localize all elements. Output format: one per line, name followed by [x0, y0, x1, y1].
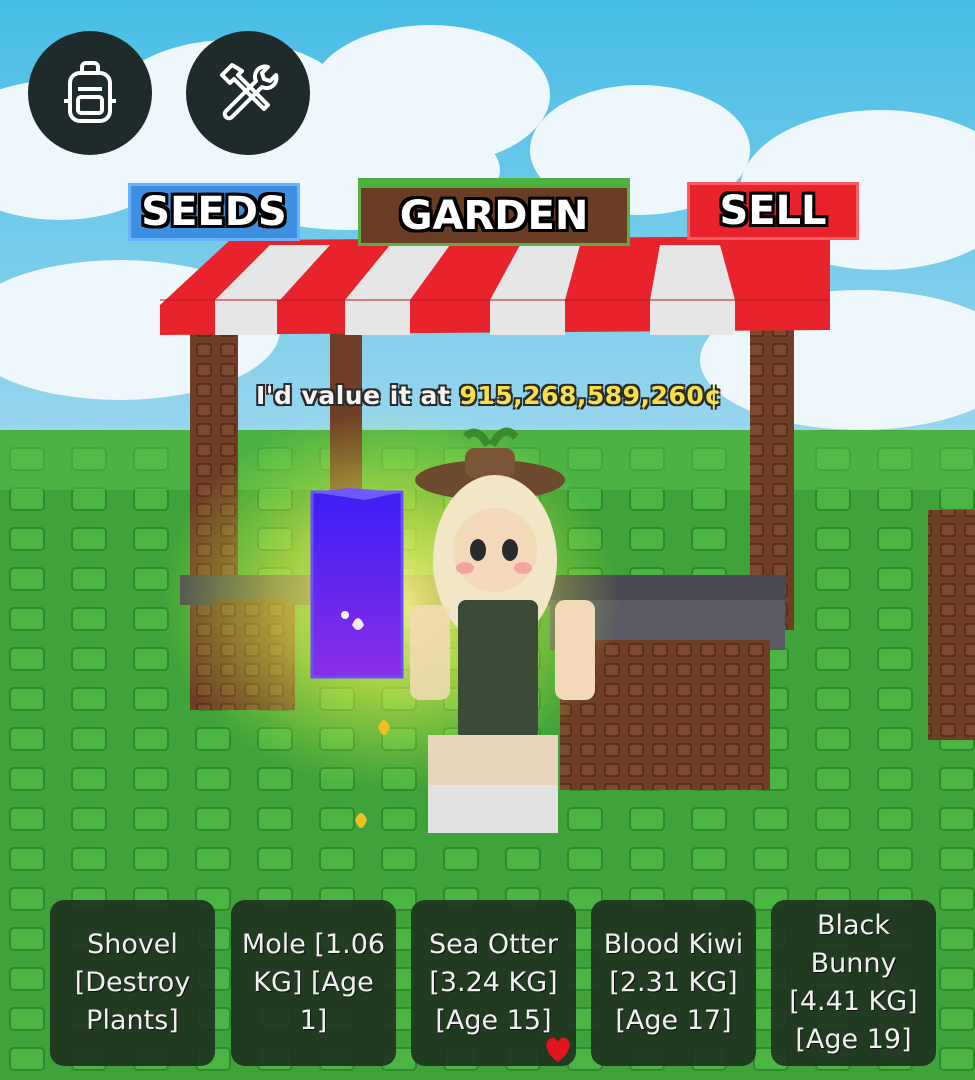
seeds-label: SEEDS [141, 189, 287, 235]
sell-sign-button[interactable]: SELL [687, 182, 859, 240]
hotbar: Shovel [Destroy Plants] Mole [1.06 KG] [… [50, 900, 940, 1068]
hotbar-slot-shovel[interactable]: Shovel [Destroy Plants] [50, 900, 215, 1066]
slot-label: Blood Kiwi [2.31 KG] [Age 17] [603, 929, 744, 1036]
hotbar-slot-mole[interactable]: Mole [1.06 KG] [Age 1] [231, 900, 396, 1066]
garden-label: GARDEN [399, 192, 589, 239]
backpack-icon [64, 61, 116, 123]
value-amount: 915,268,589,260¢ [459, 381, 723, 410]
seeds-sign-button[interactable]: SEEDS [128, 183, 300, 241]
tools-button[interactable] [186, 31, 310, 155]
slot-label: Sea Otter [3.24 KG] [Age 15] [428, 929, 558, 1036]
value-prefix: I'd value it at [256, 381, 460, 410]
slot-label: Shovel [Destroy Plants] [74, 929, 191, 1036]
npc-value-dialogue: I'd value it at 915,268,589,260¢ [256, 381, 722, 410]
hammer-wrench-icon [220, 63, 279, 121]
sell-label: SELL [719, 188, 827, 234]
favorite-heart-icon [546, 1037, 570, 1062]
backpack-button[interactable] [28, 31, 152, 155]
slot-label: Mole [1.06 KG] [Age 1] [241, 929, 386, 1036]
hotbar-slot-sea-otter[interactable]: Sea Otter [3.24 KG] [Age 15] [411, 900, 576, 1066]
hotbar-slot-black-bunny[interactable]: Black Bunny [4.41 KG] [Age 19] [771, 900, 936, 1066]
slot-label: Black Bunny [4.41 KG] [Age 19] [789, 910, 918, 1055]
hotbar-slot-blood-kiwi[interactable]: Blood Kiwi [2.31 KG] [Age 17] [591, 900, 756, 1066]
garden-sign-button[interactable]: GARDEN [358, 178, 630, 246]
